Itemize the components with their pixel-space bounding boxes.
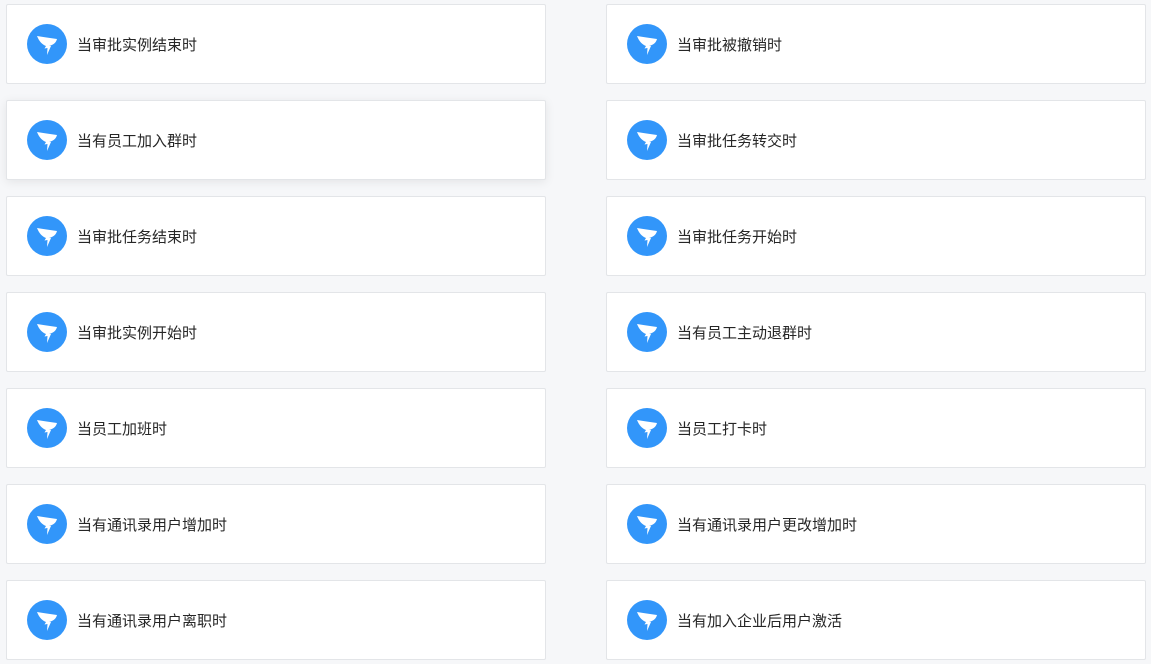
trigger-card[interactable]: 当有通讯录用户离职时 [6, 580, 546, 660]
trigger-label: 当员工加班时 [77, 419, 168, 438]
dingtalk-logo-icon [627, 216, 667, 256]
trigger-card[interactable]: 当有加入企业后用户激活 [606, 580, 1146, 660]
dingtalk-logo-icon [27, 120, 67, 160]
dingtalk-logo-icon [627, 600, 667, 640]
dingtalk-logo-icon [27, 408, 67, 448]
trigger-label: 当有通讯录用户离职时 [77, 611, 228, 630]
trigger-label: 当有通讯录用户增加时 [77, 515, 228, 534]
trigger-label: 当审批实例开始时 [77, 323, 198, 342]
trigger-card[interactable]: 当员工加班时 [6, 388, 546, 468]
trigger-label: 当审批任务开始时 [677, 227, 798, 246]
trigger-label: 当有员工主动退群时 [677, 323, 813, 342]
trigger-card[interactable]: 当有通讯录用户增加时 [6, 484, 546, 564]
dingtalk-logo-icon [27, 312, 67, 352]
dingtalk-logo-icon [27, 504, 67, 544]
trigger-label: 当员工打卡时 [677, 419, 768, 438]
trigger-card[interactable]: 当有员工主动退群时 [606, 292, 1146, 372]
trigger-card[interactable]: 当审批任务开始时 [606, 196, 1146, 276]
trigger-label: 当有通讯录用户更改增加时 [677, 515, 858, 534]
dingtalk-logo-icon [627, 312, 667, 352]
dingtalk-logo-icon [627, 120, 667, 160]
dingtalk-logo-icon [27, 24, 67, 64]
trigger-label: 当审批任务转交时 [677, 131, 798, 150]
dingtalk-logo-icon [627, 504, 667, 544]
trigger-card[interactable]: 当审批任务结束时 [6, 196, 546, 276]
trigger-label: 当审批被撤销时 [677, 35, 783, 54]
trigger-label: 当审批任务结束时 [77, 227, 198, 246]
trigger-card[interactable]: 当审批实例开始时 [6, 292, 546, 372]
trigger-card[interactable]: 当有员工加入群时 [6, 100, 546, 180]
trigger-grid: 当审批实例结束时 当审批被撤销时 当有员工加入群时 当审批任务转交时 当审批任务… [0, 0, 1151, 664]
dingtalk-logo-icon [27, 600, 67, 640]
dingtalk-logo-icon [27, 216, 67, 256]
trigger-label: 当审批实例结束时 [77, 35, 198, 54]
trigger-card[interactable]: 当有通讯录用户更改增加时 [606, 484, 1146, 564]
trigger-card[interactable]: 当审批被撤销时 [606, 4, 1146, 84]
trigger-card[interactable]: 当员工打卡时 [606, 388, 1146, 468]
dingtalk-logo-icon [627, 408, 667, 448]
dingtalk-logo-icon [627, 24, 667, 64]
trigger-label: 当有员工加入群时 [77, 131, 198, 150]
trigger-card[interactable]: 当审批实例结束时 [6, 4, 546, 84]
trigger-card[interactable]: 当审批任务转交时 [606, 100, 1146, 180]
trigger-label: 当有加入企业后用户激活 [677, 611, 843, 630]
